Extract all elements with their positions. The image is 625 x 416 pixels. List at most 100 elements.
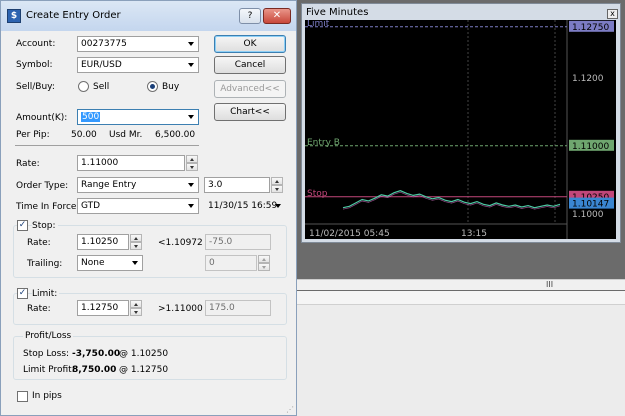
- range-spinner[interactable]: [271, 177, 283, 193]
- rate-input[interactable]: 1.11000: [77, 155, 185, 171]
- rate-label: Rate:: [16, 159, 40, 169]
- usdmr-label: Usd Mr.: [109, 130, 143, 140]
- amount-value: 500: [81, 112, 101, 122]
- sell-radio[interactable]: [78, 81, 89, 92]
- buy-label: Buy: [162, 82, 180, 92]
- stop-compare: <1.10972: [158, 238, 203, 248]
- stop-pips-input[interactable]: -75.0: [205, 234, 271, 250]
- create-entry-order-dialog: $ Create Entry Order ? ✕ Account: 002737…: [0, 0, 297, 416]
- stop-checkbox[interactable]: ✓: [17, 220, 28, 231]
- chart-close-button[interactable]: x: [607, 9, 618, 19]
- rate-spinner[interactable]: [186, 155, 198, 171]
- stop-loss-label: Stop Loss:: [23, 349, 70, 359]
- range-input[interactable]: 3.0: [204, 177, 270, 193]
- spin-down-icon[interactable]: [130, 242, 142, 250]
- chevron-down-icon: [188, 42, 194, 46]
- trailing-label: Trailing:: [27, 259, 63, 269]
- account-select[interactable]: 00273775: [77, 36, 199, 52]
- account-label: Account:: [16, 39, 56, 49]
- spin-up-icon[interactable]: [130, 300, 142, 308]
- spin-up-icon[interactable]: [271, 177, 283, 185]
- sellbuy-label: Sell/Buy:: [16, 82, 55, 92]
- bottom-panel: [297, 291, 625, 416]
- chevron-down-icon: [275, 204, 281, 208]
- spin-down-icon[interactable]: [271, 185, 283, 193]
- spin-up-icon[interactable]: [186, 155, 198, 163]
- spin-down-icon[interactable]: [258, 263, 270, 271]
- order-type-label: Order Type:: [16, 181, 69, 191]
- splitter-grip-icon[interactable]: III: [546, 280, 553, 289]
- usdmr-value: 6,500.00: [155, 130, 196, 140]
- account-value: 00273775: [81, 39, 127, 49]
- limit-rate-spinner[interactable]: [130, 300, 142, 316]
- sell-label: Sell: [93, 82, 110, 92]
- limit-rate-input[interactable]: 1.12750: [77, 300, 129, 316]
- chart-window: Five Minutes x Limit Entry B Stop 1.12750 1.…: [301, 3, 621, 243]
- advanced-button[interactable]: Advanced<<: [214, 80, 286, 98]
- symbol-value: EUR/USD: [81, 60, 122, 70]
- chart-title: Five Minutes: [306, 7, 369, 18]
- trailing-input[interactable]: 0: [205, 255, 257, 271]
- limit-profit-label: Limit Profit:: [23, 365, 75, 375]
- amount-label: Amount(K):: [16, 113, 68, 123]
- limit-compare: >1.11000: [158, 304, 203, 314]
- trailing-select[interactable]: None: [77, 255, 143, 271]
- dialog-title-bar[interactable]: $ Create Entry Order ? ✕: [1, 1, 296, 31]
- gtd-date-picker[interactable]: 11/30/15 16:59: [204, 198, 286, 214]
- order-line-label-entry: Entry B: [307, 138, 340, 148]
- divider: [15, 145, 199, 146]
- app-icon: $: [7, 9, 21, 23]
- limit-label: Limit:: [32, 289, 60, 299]
- symbol-select[interactable]: EUR/USD: [77, 57, 199, 73]
- price-tick-label: 1.11000: [572, 142, 609, 152]
- chevron-down-icon: [132, 261, 138, 265]
- resize-grip-icon[interactable]: ⋰: [286, 405, 296, 415]
- splitter-bar[interactable]: [297, 279, 625, 290]
- spin-down-icon[interactable]: [186, 163, 198, 171]
- help-button[interactable]: ?: [239, 8, 261, 24]
- amount-combo[interactable]: 500: [77, 109, 199, 125]
- perpip-value: 50.00: [71, 130, 97, 140]
- chart-area[interactable]: Limit Entry B Stop 1.12750 1.1200 1.11000 1.10…: [305, 19, 616, 239]
- time-tick-label: 11/02/2015 05:45: [309, 229, 390, 239]
- spin-up-icon[interactable]: [258, 255, 270, 263]
- time-tick-label: 13:15: [461, 229, 487, 239]
- tif-select[interactable]: GTD: [77, 198, 199, 214]
- bottom-panel-header: [297, 291, 625, 305]
- stop-rate-input[interactable]: 1.10250: [77, 234, 129, 250]
- order-line-label-stop: Stop: [307, 189, 328, 199]
- dialog-title: Create Entry Order: [26, 10, 121, 21]
- gtd-date-value: 11/30/15 16:59: [208, 201, 278, 211]
- chevron-down-icon: [188, 183, 194, 187]
- limit-profit-value: 8,750.00: [72, 365, 117, 375]
- price-tick-label: 1.1200: [572, 74, 604, 84]
- price-tick-label: 1.12750: [572, 23, 609, 33]
- stop-rate-spinner[interactable]: [130, 234, 142, 250]
- order-type-select[interactable]: Range Entry: [77, 177, 199, 193]
- trailing-value: None: [81, 258, 105, 268]
- spin-up-icon[interactable]: [130, 234, 142, 242]
- chevron-down-icon: [188, 204, 194, 208]
- tif-label: Time In Force:: [16, 202, 80, 212]
- price-series-bid-line: [342, 191, 561, 210]
- limit-checkbox[interactable]: ✓: [17, 288, 28, 299]
- stop-loss-value: -3,750.00: [72, 349, 121, 359]
- symbol-label: Symbol:: [16, 60, 53, 70]
- order-line-label-limit: Limit: [307, 20, 330, 29]
- buy-radio[interactable]: [147, 81, 158, 92]
- perpip-label: Per Pip:: [16, 130, 50, 140]
- spin-down-icon[interactable]: [130, 308, 142, 316]
- pl-title: Profit/Loss: [23, 331, 74, 341]
- limit-pips-input[interactable]: 175.0: [205, 300, 271, 316]
- order-type-value: Range Entry: [81, 180, 137, 190]
- chevron-down-icon: [188, 115, 194, 119]
- chart-button[interactable]: Chart<<: [214, 103, 286, 121]
- price-tick-label: 1.1000: [572, 210, 604, 220]
- in-pips-checkbox[interactable]: [17, 391, 28, 402]
- close-button[interactable]: ✕: [263, 8, 291, 24]
- cancel-button[interactable]: Cancel: [214, 56, 286, 74]
- in-pips-label: In pips: [32, 391, 62, 401]
- stop-label: Stop:: [32, 221, 58, 231]
- ok-button[interactable]: OK: [214, 35, 286, 53]
- trailing-spinner[interactable]: [258, 255, 270, 271]
